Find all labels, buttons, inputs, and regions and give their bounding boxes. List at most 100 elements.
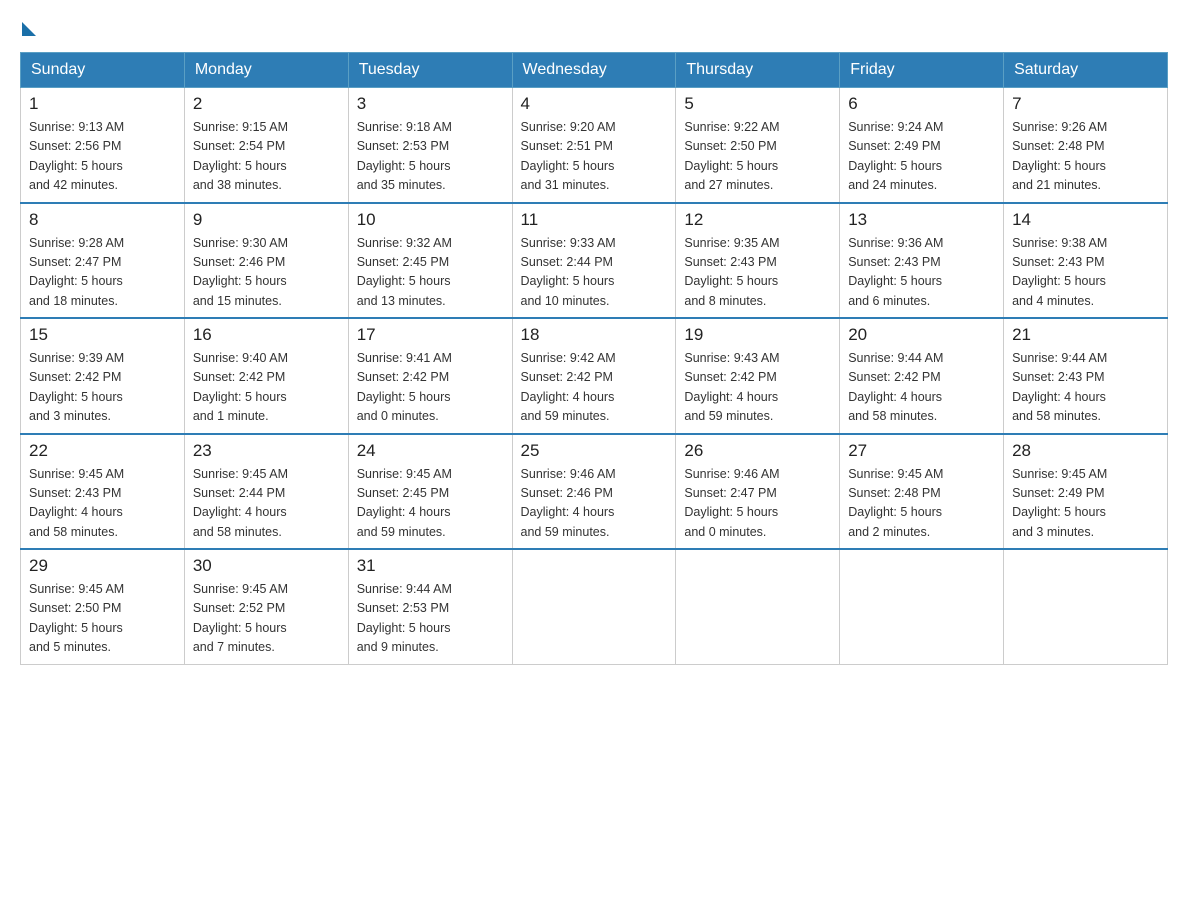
day-number: 8 bbox=[29, 210, 176, 230]
day-number: 10 bbox=[357, 210, 504, 230]
day-number: 18 bbox=[521, 325, 668, 345]
day-cell: 18 Sunrise: 9:42 AMSunset: 2:42 PMDayligh… bbox=[512, 318, 676, 434]
day-info: Sunrise: 9:35 AMSunset: 2:43 PMDaylight:… bbox=[684, 234, 831, 312]
day-cell: 16 Sunrise: 9:40 AMSunset: 2:42 PMDayligh… bbox=[184, 318, 348, 434]
day-info: Sunrise: 9:32 AMSunset: 2:45 PMDaylight:… bbox=[357, 234, 504, 312]
day-info: Sunrise: 9:15 AMSunset: 2:54 PMDaylight:… bbox=[193, 118, 340, 196]
day-cell: 27 Sunrise: 9:45 AMSunset: 2:48 PMDayligh… bbox=[840, 434, 1004, 550]
day-info: Sunrise: 9:40 AMSunset: 2:42 PMDaylight:… bbox=[193, 349, 340, 427]
day-info: Sunrise: 9:45 AMSunset: 2:50 PMDaylight:… bbox=[29, 580, 176, 658]
day-number: 20 bbox=[848, 325, 995, 345]
day-info: Sunrise: 9:45 AMSunset: 2:48 PMDaylight:… bbox=[848, 465, 995, 543]
day-cell: 26 Sunrise: 9:46 AMSunset: 2:47 PMDayligh… bbox=[676, 434, 840, 550]
day-cell: 3 Sunrise: 9:18 AMSunset: 2:53 PMDaylight… bbox=[348, 88, 512, 203]
day-info: Sunrise: 9:38 AMSunset: 2:43 PMDaylight:… bbox=[1012, 234, 1159, 312]
day-info: Sunrise: 9:36 AMSunset: 2:43 PMDaylight:… bbox=[848, 234, 995, 312]
day-cell: 15 Sunrise: 9:39 AMSunset: 2:42 PMDayligh… bbox=[21, 318, 185, 434]
day-number: 5 bbox=[684, 94, 831, 114]
calendar-header-row: SundayMondayTuesdayWednesdayThursdayFrid… bbox=[21, 53, 1168, 88]
day-number: 31 bbox=[357, 556, 504, 576]
day-number: 30 bbox=[193, 556, 340, 576]
day-info: Sunrise: 9:13 AMSunset: 2:56 PMDaylight:… bbox=[29, 118, 176, 196]
day-number: 23 bbox=[193, 441, 340, 461]
day-cell: 24Sunrise: 9:45 AMSunset: 2:45 PMDayligh… bbox=[348, 434, 512, 550]
day-cell: 28Sunrise: 9:45 AMSunset: 2:49 PMDayligh… bbox=[1004, 434, 1168, 550]
day-number: 27 bbox=[848, 441, 995, 461]
col-header-friday: Friday bbox=[840, 53, 1004, 88]
col-header-wednesday: Wednesday bbox=[512, 53, 676, 88]
day-cell bbox=[512, 549, 676, 664]
day-number: 14 bbox=[1012, 210, 1159, 230]
week-row-2: 8 Sunrise: 9:28 AMSunset: 2:47 PMDaylight… bbox=[21, 203, 1168, 319]
day-cell: 2 Sunrise: 9:15 AMSunset: 2:54 PMDaylight… bbox=[184, 88, 348, 203]
day-info: Sunrise: 9:18 AMSunset: 2:53 PMDaylight:… bbox=[357, 118, 504, 196]
day-cell: 31 Sunrise: 9:44 AMSunset: 2:53 PMDayligh… bbox=[348, 549, 512, 664]
day-cell: 5Sunrise: 9:22 AMSunset: 2:50 PMDaylight… bbox=[676, 88, 840, 203]
day-number: 4 bbox=[521, 94, 668, 114]
calendar-table: SundayMondayTuesdayWednesdayThursdayFrid… bbox=[20, 52, 1168, 665]
logo bbox=[20, 20, 36, 32]
day-info: Sunrise: 9:33 AMSunset: 2:44 PMDaylight:… bbox=[521, 234, 668, 312]
day-cell bbox=[1004, 549, 1168, 664]
page-header bbox=[20, 20, 1168, 32]
day-cell: 25 Sunrise: 9:46 AMSunset: 2:46 PMDayligh… bbox=[512, 434, 676, 550]
day-cell: 9Sunrise: 9:30 AMSunset: 2:46 PMDaylight… bbox=[184, 203, 348, 319]
day-number: 29 bbox=[29, 556, 176, 576]
day-info: Sunrise: 9:46 AMSunset: 2:46 PMDaylight:… bbox=[521, 465, 668, 543]
col-header-monday: Monday bbox=[184, 53, 348, 88]
day-number: 21 bbox=[1012, 325, 1159, 345]
day-number: 25 bbox=[521, 441, 668, 461]
day-cell: 13Sunrise: 9:36 AMSunset: 2:43 PMDayligh… bbox=[840, 203, 1004, 319]
day-cell: 11Sunrise: 9:33 AMSunset: 2:44 PMDayligh… bbox=[512, 203, 676, 319]
day-number: 6 bbox=[848, 94, 995, 114]
day-info: Sunrise: 9:26 AMSunset: 2:48 PMDaylight:… bbox=[1012, 118, 1159, 196]
day-cell: 20 Sunrise: 9:44 AMSunset: 2:42 PMDayligh… bbox=[840, 318, 1004, 434]
col-header-tuesday: Tuesday bbox=[348, 53, 512, 88]
day-info: Sunrise: 9:28 AMSunset: 2:47 PMDaylight:… bbox=[29, 234, 176, 312]
day-cell: 30 Sunrise: 9:45 AMSunset: 2:52 PMDayligh… bbox=[184, 549, 348, 664]
day-info: Sunrise: 9:41 AMSunset: 2:42 PMDaylight:… bbox=[357, 349, 504, 427]
day-number: 3 bbox=[357, 94, 504, 114]
day-number: 7 bbox=[1012, 94, 1159, 114]
day-cell: 14 Sunrise: 9:38 AMSunset: 2:43 PMDayligh… bbox=[1004, 203, 1168, 319]
day-cell: 29 Sunrise: 9:45 AMSunset: 2:50 PMDayligh… bbox=[21, 549, 185, 664]
day-number: 9 bbox=[193, 210, 340, 230]
day-number: 24 bbox=[357, 441, 504, 461]
day-cell: 8 Sunrise: 9:28 AMSunset: 2:47 PMDaylight… bbox=[21, 203, 185, 319]
day-number: 16 bbox=[193, 325, 340, 345]
day-number: 15 bbox=[29, 325, 176, 345]
day-cell: 12Sunrise: 9:35 AMSunset: 2:43 PMDayligh… bbox=[676, 203, 840, 319]
day-info: Sunrise: 9:20 AMSunset: 2:51 PMDaylight:… bbox=[521, 118, 668, 196]
col-header-saturday: Saturday bbox=[1004, 53, 1168, 88]
day-info: Sunrise: 9:45 AMSunset: 2:49 PMDaylight:… bbox=[1012, 465, 1159, 543]
day-info: Sunrise: 9:44 AMSunset: 2:42 PMDaylight:… bbox=[848, 349, 995, 427]
day-cell bbox=[840, 549, 1004, 664]
day-cell: 23 Sunrise: 9:45 AMSunset: 2:44 PMDayligh… bbox=[184, 434, 348, 550]
day-cell: 1Sunrise: 9:13 AMSunset: 2:56 PMDaylight… bbox=[21, 88, 185, 203]
day-cell: 7 Sunrise: 9:26 AMSunset: 2:48 PMDaylight… bbox=[1004, 88, 1168, 203]
day-info: Sunrise: 9:43 AMSunset: 2:42 PMDaylight:… bbox=[684, 349, 831, 427]
day-number: 2 bbox=[193, 94, 340, 114]
day-info: Sunrise: 9:44 AMSunset: 2:53 PMDaylight:… bbox=[357, 580, 504, 658]
day-info: Sunrise: 9:45 AMSunset: 2:44 PMDaylight:… bbox=[193, 465, 340, 543]
day-cell: 6Sunrise: 9:24 AMSunset: 2:49 PMDaylight… bbox=[840, 88, 1004, 203]
logo-text bbox=[20, 20, 36, 36]
col-header-sunday: Sunday bbox=[21, 53, 185, 88]
day-cell: 4 Sunrise: 9:20 AMSunset: 2:51 PMDaylight… bbox=[512, 88, 676, 203]
day-info: Sunrise: 9:45 AMSunset: 2:52 PMDaylight:… bbox=[193, 580, 340, 658]
day-info: Sunrise: 9:45 AMSunset: 2:43 PMDaylight:… bbox=[29, 465, 176, 543]
day-info: Sunrise: 9:46 AMSunset: 2:47 PMDaylight:… bbox=[684, 465, 831, 543]
day-info: Sunrise: 9:42 AMSunset: 2:42 PMDaylight:… bbox=[521, 349, 668, 427]
day-cell: 22 Sunrise: 9:45 AMSunset: 2:43 PMDayligh… bbox=[21, 434, 185, 550]
week-row-1: 1Sunrise: 9:13 AMSunset: 2:56 PMDaylight… bbox=[21, 88, 1168, 203]
day-cell: 10 Sunrise: 9:32 AMSunset: 2:45 PMDayligh… bbox=[348, 203, 512, 319]
day-number: 26 bbox=[684, 441, 831, 461]
col-header-thursday: Thursday bbox=[676, 53, 840, 88]
week-row-4: 22 Sunrise: 9:45 AMSunset: 2:43 PMDayligh… bbox=[21, 434, 1168, 550]
week-row-5: 29 Sunrise: 9:45 AMSunset: 2:50 PMDayligh… bbox=[21, 549, 1168, 664]
week-row-3: 15 Sunrise: 9:39 AMSunset: 2:42 PMDayligh… bbox=[21, 318, 1168, 434]
day-number: 22 bbox=[29, 441, 176, 461]
day-cell: 19Sunrise: 9:43 AMSunset: 2:42 PMDayligh… bbox=[676, 318, 840, 434]
day-cell: 21Sunrise: 9:44 AMSunset: 2:43 PMDayligh… bbox=[1004, 318, 1168, 434]
day-info: Sunrise: 9:39 AMSunset: 2:42 PMDaylight:… bbox=[29, 349, 176, 427]
